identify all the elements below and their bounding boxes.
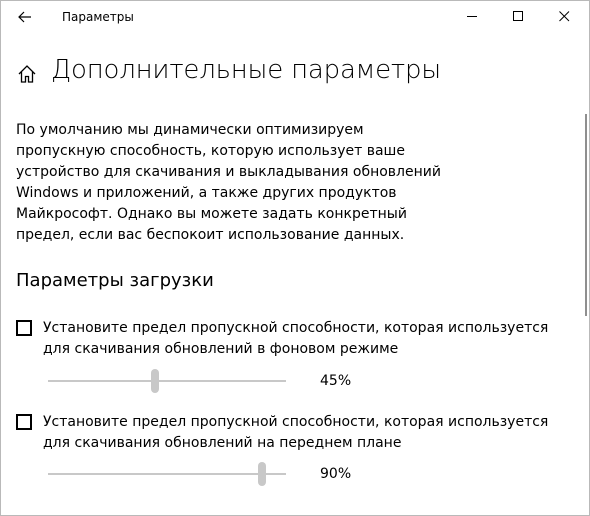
- download-settings-heading: Параметры загрузки: [16, 270, 214, 291]
- foreground-limit-value: 90%: [320, 466, 352, 482]
- slider-track: [48, 380, 286, 382]
- background-limit-checkbox[interactable]: [16, 320, 32, 336]
- back-button[interactable]: [9, 2, 41, 32]
- background-limit-label[interactable]: Установите предел пропускной способности…: [43, 318, 563, 360]
- maximize-icon: [513, 11, 523, 21]
- vertical-scrollbar[interactable]: [583, 32, 589, 514]
- slider-thumb[interactable]: [258, 462, 267, 486]
- foreground-limit-label[interactable]: Установите предел пропускной способности…: [43, 412, 563, 454]
- scrollbar-thumb[interactable]: [585, 114, 587, 316]
- background-limit-slider[interactable]: [48, 369, 288, 393]
- minimize-icon: [467, 16, 477, 17]
- foreground-limit-slider[interactable]: [48, 462, 288, 486]
- slider-track: [48, 473, 286, 475]
- close-button[interactable]: [541, 1, 587, 32]
- slider-thumb[interactable]: [151, 369, 160, 393]
- window-title: Параметры: [62, 10, 134, 24]
- home-icon[interactable]: [17, 64, 37, 84]
- minimize-button[interactable]: [449, 1, 495, 32]
- background-limit-value: 45%: [320, 373, 352, 389]
- page-title: Дополнительные параметры: [51, 55, 441, 85]
- page-description: По умолчанию мы динамически оптимизируем…: [16, 122, 441, 243]
- back-arrow-icon: [18, 11, 31, 23]
- maximize-button[interactable]: [495, 1, 541, 32]
- foreground-limit-checkbox[interactable]: [16, 414, 32, 430]
- close-icon: [559, 11, 570, 22]
- title-bar: Параметры: [1, 1, 589, 32]
